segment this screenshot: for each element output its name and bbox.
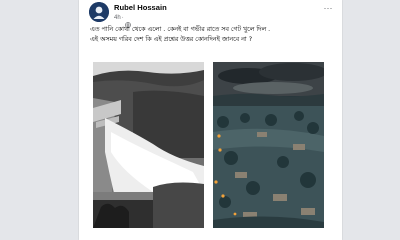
post-card: Rubel Hossain 4h · ··· এত পানি কোথা থেকে…	[79, 0, 342, 240]
globe-icon	[124, 15, 131, 28]
author-name-text[interactable]: Rubel Hossain	[114, 3, 167, 12]
post-timestamp[interactable]: 4h	[114, 14, 121, 22]
post-text: এত পানি কোথা থেকে এলো . কেনই বা গভীর রাত…	[90, 25, 335, 45]
post-text-line-2: এই অসময় গরিব দেশ কি এই প্রশ্নের উত্তর ক…	[90, 36, 253, 43]
more-options-icon[interactable]: ···	[322, 4, 334, 14]
meta-separator: ·	[121, 14, 124, 21]
dam-spillway-photo[interactable]	[93, 62, 204, 228]
author-avatar[interactable]	[89, 2, 109, 22]
post-meta: 4h ·	[114, 13, 131, 28]
post-text-line-1: এত পানি কোথা থেকে এলো . কেনই বা গভীর রাত…	[90, 26, 271, 33]
author-name[interactable]: Rubel Hossain	[114, 3, 167, 12]
post-header: Rubel Hossain 4h · ···	[79, 0, 342, 28]
flooded-town-photo[interactable]	[213, 62, 324, 228]
